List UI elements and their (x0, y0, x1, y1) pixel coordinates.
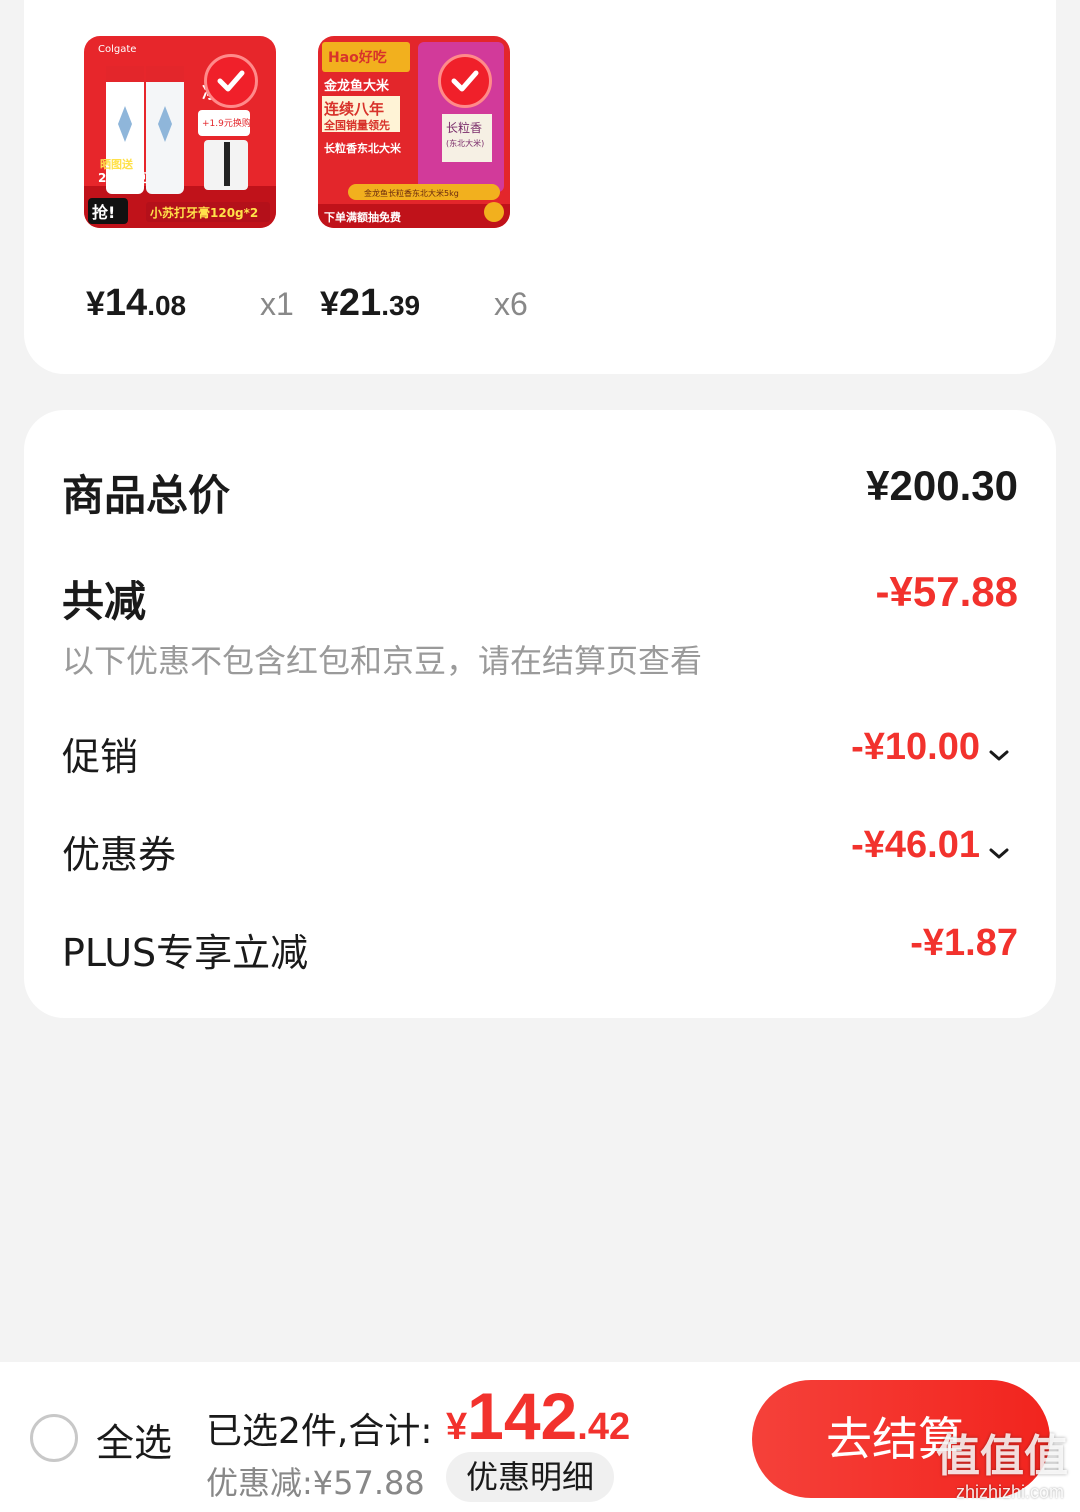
product-quantity: x6 (494, 286, 528, 322)
promo-label: 促销 (62, 735, 139, 779)
product-item[interactable]: Hao好吃 金龙鱼大米 连续八年 全国销量领先 长粒香东北大米 长粒香 (东北大… (318, 36, 510, 228)
thumb-text: 全国销量领先 (323, 118, 390, 132)
total-label: 商品总价 (62, 471, 231, 520)
discount-note: 以下优惠不包含红包和京豆，请在结算页查看 (62, 642, 703, 680)
total-integer: 142 (467, 1379, 578, 1453)
thumb-text: Hao好吃 (328, 49, 387, 66)
thumb-text: 200京豆 (98, 170, 147, 185)
product-price: ¥21.39 (320, 282, 420, 325)
check-icon[interactable] (204, 54, 258, 108)
watermark: 值值值 (936, 1431, 1068, 1482)
coupon-label: 优惠券 (62, 833, 177, 877)
price-integer: 21 (338, 282, 382, 324)
thumb-text: (东北大米) (446, 138, 484, 148)
grand-total: ¥142.42 (446, 1378, 630, 1454)
price-currency: ¥ (320, 285, 339, 323)
product-price: ¥14.08 (86, 282, 186, 325)
discount-value: -¥57.88 (875, 568, 1018, 615)
total-value: ¥200.30 (866, 462, 1018, 509)
price-summary-card: 商品总价 ¥200.30 共减 -¥57.88 以下优惠不包含红包和京豆，请在结… (24, 410, 1056, 1018)
discount-label: 共减 (62, 577, 147, 626)
thumb-text: 连续八年 (324, 100, 384, 118)
select-all-label[interactable]: 全选 (96, 1412, 172, 1467)
promo-value-group[interactable]: -¥10.00 (851, 726, 1010, 769)
check-icon[interactable] (438, 54, 492, 108)
plus-label: PLUS专享立减 (62, 931, 309, 975)
thumb-text: 小苏打牙膏120g*2 (150, 205, 258, 220)
products-card: 抢! 小苏打牙膏120g*2 晒图送 200京豆 +1.9元换购 Colgate… (24, 0, 1056, 374)
price-currency: ¥ (86, 285, 105, 323)
discount-detail-button[interactable]: 优惠明细 (446, 1452, 615, 1502)
checkout-bar: 全选 已选2件,合计: ¥142.42 优惠减:¥57.88 优惠明细 去结算 (0, 1362, 1080, 1512)
thumb-text: +1.9元换购 (202, 117, 251, 129)
product-quantity: x1 (260, 286, 294, 322)
watermark-url: zhizhizhi.com (955, 1482, 1064, 1502)
coupon-value-group[interactable]: -¥46.01 (851, 824, 1010, 867)
price-decimal: .39 (381, 290, 421, 321)
total-currency: ¥ (446, 1406, 468, 1448)
total-decimal: .42 (577, 1406, 631, 1448)
thumb-text: Colgate (98, 44, 136, 55)
product-image-toothpaste[interactable]: 抢! 小苏打牙膏120g*2 晒图送 200京豆 +1.9元换购 Colgate… (84, 36, 276, 228)
thumb-text: 下单满额抽免费 (324, 210, 401, 224)
plus-value: -¥1.87 (910, 922, 1018, 964)
chevron-down-icon[interactable] (988, 846, 1010, 860)
thumb-text: 晒图送 (100, 157, 134, 171)
saved-amount: 优惠减:¥57.88 (206, 1464, 425, 1502)
thumb-text: 抢! (92, 203, 115, 222)
promo-value: -¥10.00 (851, 726, 980, 768)
chevron-down-icon[interactable] (988, 748, 1010, 762)
price-integer: 14 (104, 282, 148, 324)
coupon-value: -¥46.01 (851, 824, 980, 866)
product-image-rice[interactable]: Hao好吃 金龙鱼大米 连续八年 全国销量领先 长粒香东北大米 长粒香 (东北大… (318, 36, 510, 228)
product-item[interactable]: 抢! 小苏打牙膏120g*2 晒图送 200京豆 +1.9元换购 Colgate… (84, 36, 276, 228)
thumb-text: 金龙鱼大米 (323, 78, 390, 94)
price-decimal: .08 (147, 290, 187, 321)
thumb-text: 长粒香 (446, 120, 482, 135)
thumb-text: 金龙鱼长粒香东北大米5kg (364, 188, 459, 198)
selected-count: 已选2件,合计: (206, 1411, 433, 1452)
thumb-text: 长粒香东北大米 (324, 141, 402, 155)
radio-icon[interactable] (30, 1414, 78, 1462)
